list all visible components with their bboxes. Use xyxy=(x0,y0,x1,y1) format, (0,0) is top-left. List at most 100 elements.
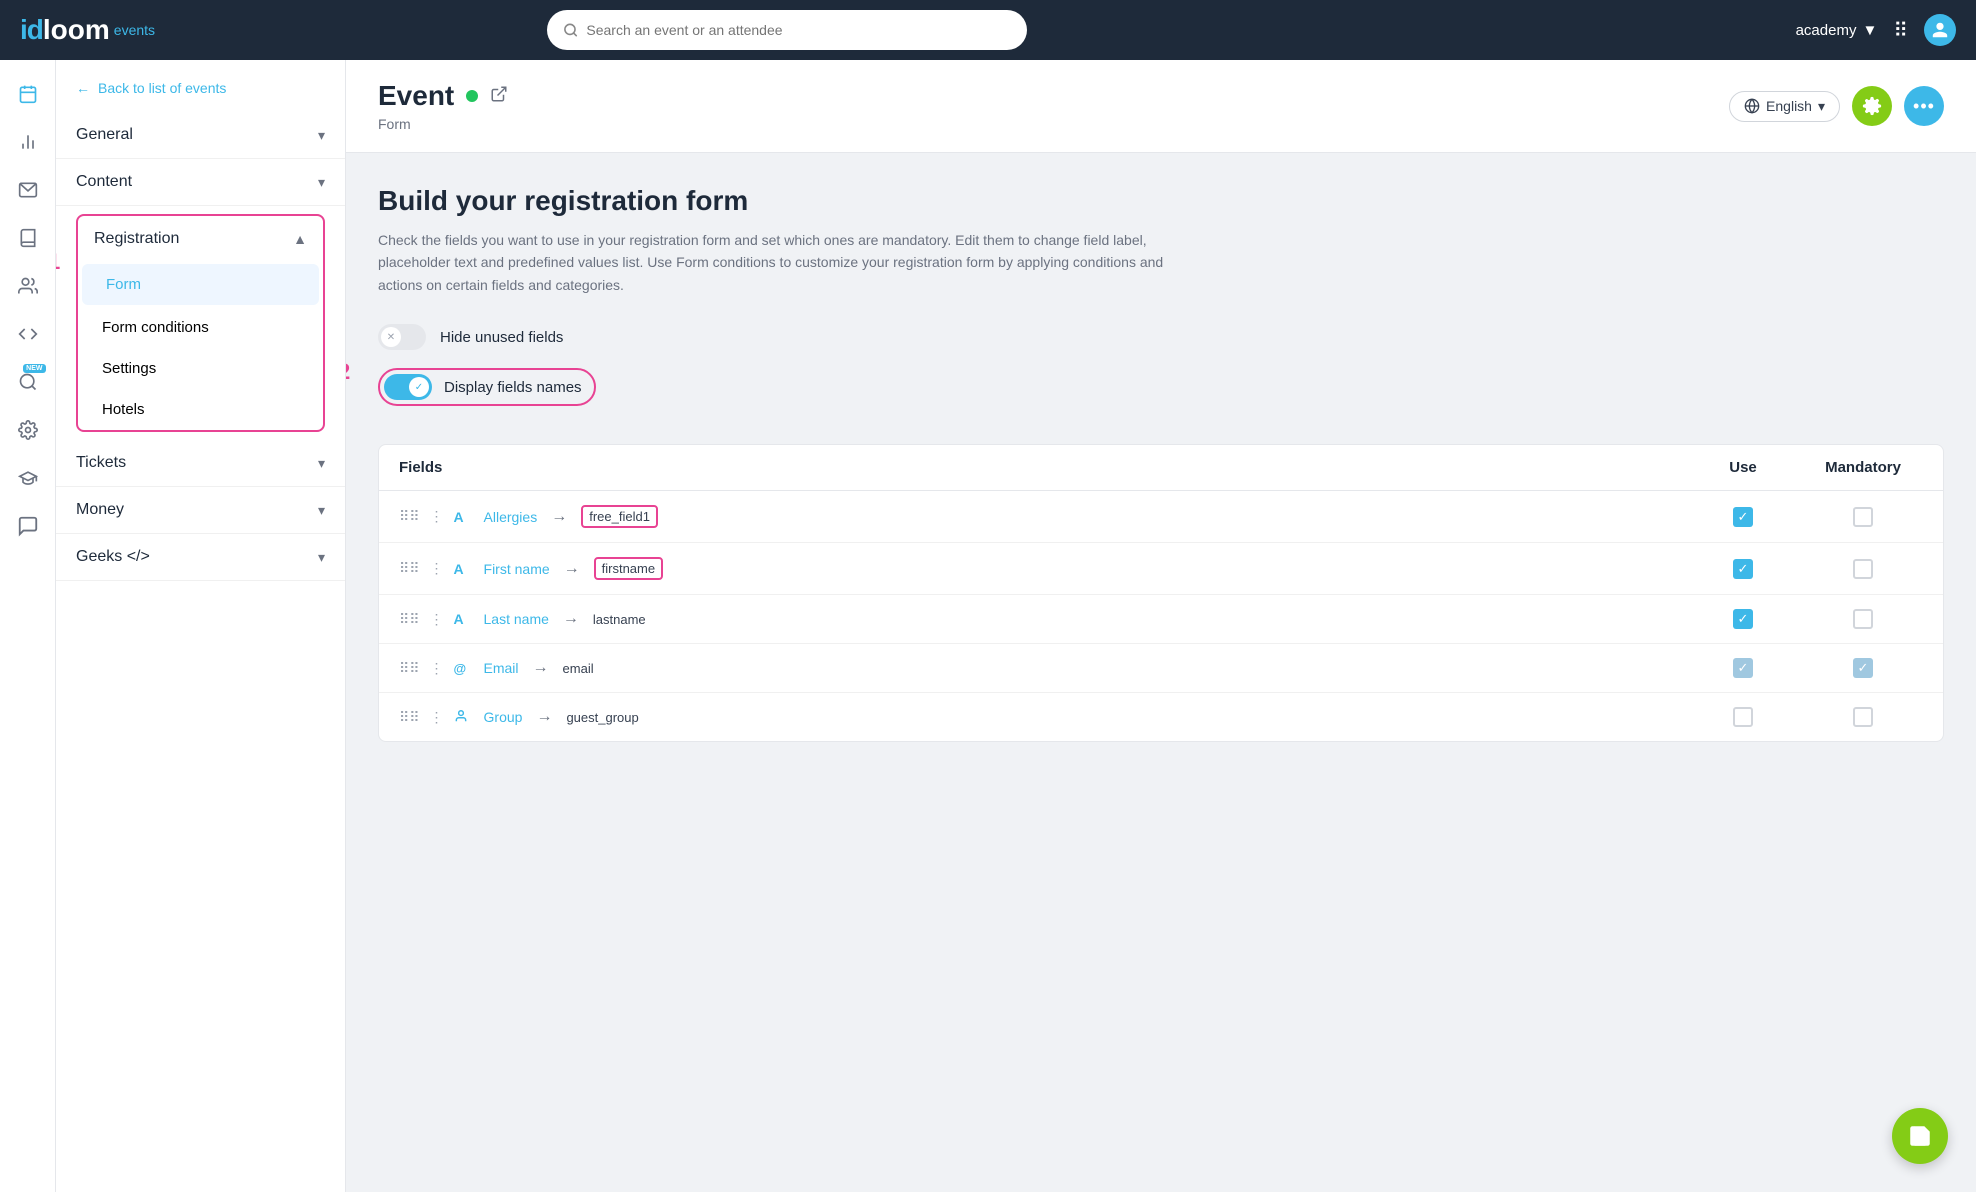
nav-section-header-general[interactable]: General ▾ xyxy=(56,112,345,158)
nav-section-header-content[interactable]: Content ▾ xyxy=(56,159,345,205)
mandatory-checkbox-cell[interactable] xyxy=(1803,707,1923,727)
mandatory-checkbox-empty[interactable] xyxy=(1853,507,1873,527)
field-arrow: → xyxy=(563,610,579,628)
nav-section-header-tickets[interactable]: Tickets ▾ xyxy=(56,440,345,486)
nav-section-header-geeks[interactable]: Geeks </> ▾ xyxy=(56,534,345,580)
drag-handle-dots[interactable]: ⋮ xyxy=(430,611,444,628)
use-checkbox-checked[interactable]: ✓ xyxy=(1733,609,1753,629)
registration-section-header[interactable]: Registration ▲ xyxy=(78,216,323,262)
event-header-card: Event Form English ▾ ••• xyxy=(346,60,1976,153)
nav-section-header-money[interactable]: Money ▾ xyxy=(56,487,345,533)
field-name: Last name xyxy=(484,611,549,627)
sidebar-icon-settings[interactable] xyxy=(6,408,50,452)
form-builder-title: Build your registration form xyxy=(378,185,1944,217)
language-button[interactable]: English ▾ xyxy=(1729,91,1840,122)
sidebar-icon-chart[interactable] xyxy=(6,120,50,164)
drag-handle-grid[interactable]: ⠿⠿ xyxy=(399,508,420,525)
drag-handle-dots[interactable]: ⋮ xyxy=(430,660,444,677)
step-1-indicator: 1 xyxy=(56,249,72,275)
field-arrow: → xyxy=(551,508,567,526)
nav-item-settings[interactable]: Settings xyxy=(78,348,323,389)
mandatory-checkbox-cell[interactable]: ✓ xyxy=(1803,658,1923,678)
mandatory-checkbox-empty[interactable] xyxy=(1853,609,1873,629)
field-type-group-icon xyxy=(454,709,474,726)
back-arrow-icon: ← xyxy=(76,80,90,96)
fields-table-header: Fields Use Mandatory xyxy=(379,445,1943,491)
logo-id: id xyxy=(20,14,43,46)
drag-handle-dots[interactable]: ⋮ xyxy=(430,709,444,726)
table-row: ⠿⠿ ⋮ A First name → firstname ✓ xyxy=(379,543,1943,595)
use-checkbox-cell[interactable]: ✓ xyxy=(1683,658,1803,678)
drag-handle-grid[interactable]: ⠿⠿ xyxy=(399,611,420,628)
save-button[interactable] xyxy=(1892,1108,1948,1164)
drag-handle-dots[interactable]: ⋮ xyxy=(430,508,444,525)
use-checkbox-cell[interactable] xyxy=(1683,707,1803,727)
drag-handle-grid[interactable]: ⠿⠿ xyxy=(399,660,420,677)
drag-handle-grid[interactable]: ⠿⠿ xyxy=(399,560,420,577)
mandatory-checkbox-empty[interactable] xyxy=(1853,707,1873,727)
nav-section-content: Content ▾ xyxy=(56,159,345,206)
field-type-text-icon: A xyxy=(454,509,474,525)
geeks-label: Geeks </> xyxy=(76,548,150,566)
field-name: Group xyxy=(484,709,523,725)
chevron-down-lang: ▾ xyxy=(1818,98,1825,115)
use-checkbox-checked[interactable]: ✓ xyxy=(1733,507,1753,527)
sidebar-icon-graduation[interactable] xyxy=(6,456,50,500)
mandatory-checkbox-cell[interactable] xyxy=(1803,609,1923,629)
external-link-icon[interactable] xyxy=(490,85,508,108)
money-label: Money xyxy=(76,501,124,519)
drag-handle-dots[interactable]: ⋮ xyxy=(430,560,444,577)
language-label: English xyxy=(1766,98,1812,114)
user-avatar[interactable] xyxy=(1924,14,1956,46)
back-label: Back to list of events xyxy=(98,80,226,96)
logo-events: events xyxy=(114,22,155,38)
drag-handle-grid[interactable]: ⠿⠿ xyxy=(399,709,420,726)
field-code: lastname xyxy=(593,612,646,627)
use-checkbox-checked[interactable]: ✓ xyxy=(1733,559,1753,579)
gear-settings-button[interactable] xyxy=(1852,86,1892,126)
display-fields-names-toggle[interactable]: ✓ xyxy=(384,374,432,400)
nav-item-hotels[interactable]: Hotels xyxy=(78,389,323,430)
use-checkbox-checked-muted[interactable]: ✓ xyxy=(1733,658,1753,678)
sidebar-icon-calendar[interactable] xyxy=(6,72,50,116)
mandatory-checkbox-empty[interactable] xyxy=(1853,559,1873,579)
more-options-button[interactable]: ••• xyxy=(1904,86,1944,126)
use-checkbox-cell[interactable]: ✓ xyxy=(1683,507,1803,527)
chevron-money: ▾ xyxy=(318,502,325,519)
nav-item-form-conditions[interactable]: Form conditions xyxy=(78,307,323,348)
step-2-indicator: 2 xyxy=(346,359,350,385)
field-type-text-icon: A xyxy=(454,611,474,627)
table-row: ⠿⠿ ⋮ A Allergies → free_field1 ✓ xyxy=(379,491,1943,543)
search-input[interactable] xyxy=(586,22,1011,38)
chevron-geeks: ▾ xyxy=(318,549,325,566)
use-checkbox-empty[interactable] xyxy=(1733,707,1753,727)
event-title-area: Event Form xyxy=(378,80,508,132)
nav-section-money: Money ▾ xyxy=(56,487,345,534)
content-label: Content xyxy=(76,173,132,191)
form-builder: Build your registration form Check the f… xyxy=(346,153,1976,774)
mandatory-checkbox-cell[interactable] xyxy=(1803,559,1923,579)
hide-unused-fields-toggle[interactable]: ✕ xyxy=(378,324,426,350)
hide-unused-label: Hide unused fields xyxy=(440,329,563,346)
sidebar-icon-help[interactable] xyxy=(6,504,50,548)
grid-apps-icon[interactable]: ⠿ xyxy=(1893,18,1908,43)
mandatory-checkbox-checked-muted[interactable]: ✓ xyxy=(1853,658,1873,678)
sidebar-icon-users[interactable] xyxy=(6,264,50,308)
use-checkbox-cell[interactable]: ✓ xyxy=(1683,559,1803,579)
use-checkbox-cell[interactable]: ✓ xyxy=(1683,609,1803,629)
sidebar-icon-email[interactable] xyxy=(6,168,50,212)
chevron-registration: ▲ xyxy=(293,231,307,247)
icon-sidebar: NEW xyxy=(0,60,56,1192)
search-bar[interactable] xyxy=(547,10,1027,50)
header-mandatory: Mandatory xyxy=(1803,459,1923,476)
general-label: General xyxy=(76,126,133,144)
mandatory-checkbox-cell[interactable] xyxy=(1803,507,1923,527)
dots-icon: ••• xyxy=(1913,96,1935,117)
sidebar-icon-code[interactable] xyxy=(6,312,50,356)
user-menu[interactable]: academy ▼ xyxy=(1796,22,1878,39)
sidebar-icon-search-new[interactable]: NEW xyxy=(6,360,50,404)
sidebar-icon-book[interactable] xyxy=(6,216,50,260)
hide-unused-fields-row: ✕ Hide unused fields xyxy=(378,324,1944,350)
back-to-list-link[interactable]: ← Back to list of events xyxy=(56,60,345,112)
nav-item-form[interactable]: Form xyxy=(82,264,319,305)
